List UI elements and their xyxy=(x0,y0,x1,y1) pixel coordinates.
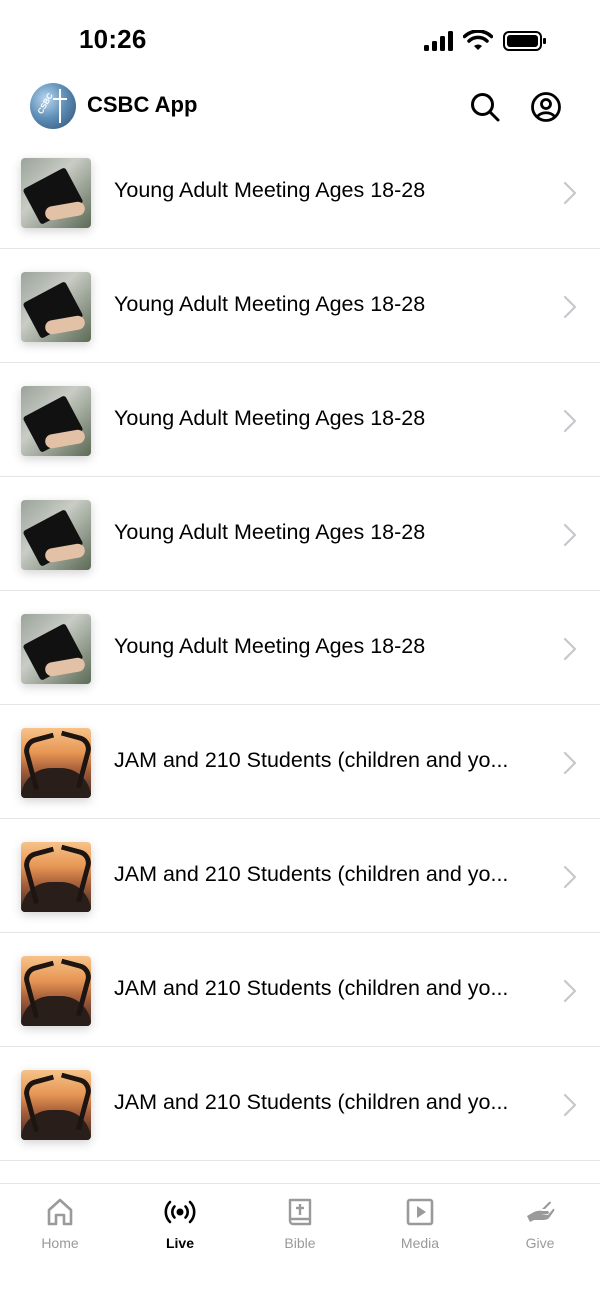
list-item-title: JAM and 210 Students (children and yo... xyxy=(114,1090,509,1114)
list-item[interactable]: Young Adult Meeting Ages 18-28 xyxy=(0,135,600,249)
list-item[interactable]: JAM and 210 Students (children and yo... xyxy=(0,933,600,1047)
sunset-hearts-thumbnail xyxy=(21,728,91,798)
chevron-right-icon xyxy=(563,1093,577,1117)
wifi-icon xyxy=(463,30,493,50)
chevron-right-icon xyxy=(563,409,577,433)
bible-hands-thumbnail xyxy=(21,158,91,228)
tab-give[interactable]: Give xyxy=(480,1184,600,1274)
app-logo: CSBC xyxy=(30,83,76,129)
chevron-right-icon xyxy=(563,523,577,547)
list-item-title: Young Adult Meeting Ages 18-28 xyxy=(114,520,426,544)
bible-hands-thumbnail xyxy=(21,614,91,684)
list-item-title: JAM and 210 Students (children and yo... xyxy=(114,862,509,886)
search-button[interactable] xyxy=(467,89,503,125)
chevron-right-icon xyxy=(563,865,577,889)
battery-icon xyxy=(503,31,546,51)
list-item-title: Young Adult Meeting Ages 18-28 xyxy=(114,292,426,316)
bible-hands-thumbnail xyxy=(21,272,91,342)
chevron-right-icon xyxy=(563,979,577,1003)
home-icon xyxy=(47,1198,73,1226)
list-item-title: Young Adult Meeting Ages 18-28 xyxy=(114,406,426,430)
bible-hands-thumbnail xyxy=(21,500,91,570)
list-item[interactable]: Young Adult Meeting Ages 18-28 xyxy=(0,363,600,477)
app-title: CSBC App xyxy=(87,92,198,117)
cellular-signal-icon xyxy=(424,31,453,51)
search-icon xyxy=(471,93,500,122)
tab-media[interactable]: Media xyxy=(360,1184,480,1274)
list-item[interactable]: JAM and 210 Students (children and yo... xyxy=(0,1047,600,1161)
sunset-hearts-thumbnail xyxy=(21,1070,91,1140)
profile-button[interactable] xyxy=(528,89,564,125)
tab-label: Media xyxy=(400,1235,440,1251)
account-icon xyxy=(531,92,561,122)
tab-home[interactable]: Home xyxy=(0,1184,120,1274)
tab-label: Give xyxy=(525,1235,555,1251)
list-item[interactable]: Young Adult Meeting Ages 18-28 xyxy=(0,477,600,591)
list-item[interactable]: JAM and 210 Students (children and yo... xyxy=(0,705,600,819)
list-item-title: Young Adult Meeting Ages 18-28 xyxy=(114,178,426,202)
sunset-hearts-thumbnail xyxy=(21,842,91,912)
bible-icon xyxy=(288,1198,312,1226)
chevron-right-icon xyxy=(563,181,577,205)
event-list: Young Adult Meeting Ages 18-28 Young Adu… xyxy=(0,135,600,1161)
tab-bible[interactable]: Bible xyxy=(240,1184,360,1274)
status-bar: 10:26 xyxy=(0,0,600,80)
status-icons xyxy=(424,28,547,54)
chevron-right-icon xyxy=(563,295,577,319)
sunset-hearts-thumbnail xyxy=(21,956,91,1026)
status-time: 10:26 xyxy=(79,24,147,54)
list-item-title: JAM and 210 Students (children and yo... xyxy=(114,748,509,772)
list-item[interactable]: JAM and 210 Students (children and yo... xyxy=(0,819,600,933)
list-item[interactable]: Young Adult Meeting Ages 18-28 xyxy=(0,591,600,705)
tab-bar: Home Live Bible Media Give xyxy=(0,1183,600,1301)
chevron-right-icon xyxy=(563,637,577,661)
tab-live[interactable]: Live xyxy=(120,1184,240,1274)
play-icon xyxy=(406,1198,434,1226)
tab-label: Live xyxy=(165,1235,194,1251)
broadcast-icon xyxy=(164,1200,196,1224)
chevron-right-icon xyxy=(563,751,577,775)
list-item[interactable]: Young Adult Meeting Ages 18-28 xyxy=(0,249,600,363)
give-hand-icon xyxy=(527,1201,555,1222)
tab-label: Home xyxy=(41,1235,79,1251)
list-item-title: Young Adult Meeting Ages 18-28 xyxy=(114,634,426,658)
list-item-title: JAM and 210 Students (children and yo... xyxy=(114,976,509,1000)
tab-label: Bible xyxy=(284,1235,316,1251)
bible-hands-thumbnail xyxy=(21,386,91,456)
